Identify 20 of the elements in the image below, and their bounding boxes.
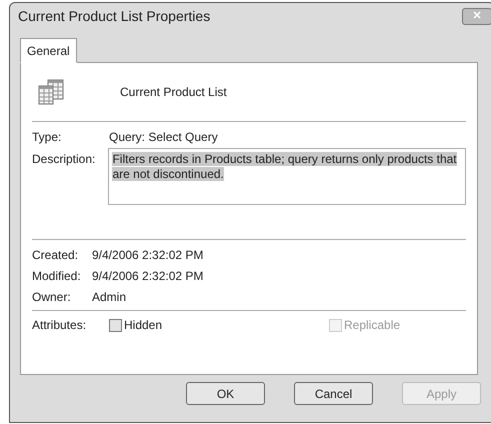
object-name: Current Product List: [120, 84, 227, 101]
description-field[interactable]: Filters records in Products table; query returns only products that are not discontinued.: [108, 148, 466, 205]
checkbox-label: Hidden: [124, 317, 162, 334]
checkbox[interactable]: [109, 318, 122, 332]
field-label: Modified:: [32, 268, 82, 284]
type-label: Type:: [32, 129, 62, 146]
type-value: Query: Select Query: [109, 129, 218, 146]
attributes-label: Attributes:: [32, 317, 88, 334]
description-label: Description:: [32, 151, 96, 168]
checkbox-label: Replicable: [344, 317, 400, 334]
field-label: Created:: [32, 246, 80, 264]
query-table-icon: [38, 79, 64, 105]
field-value: 9/4/2006 2:32:02 PM: [92, 268, 204, 284]
window-title: Current Product List Properties: [18, 6, 210, 26]
field-value: 9/4/2006 2:32:02 PM: [92, 246, 204, 264]
dialog-button[interactable]: Cancel: [294, 382, 373, 405]
tab[interactable]: General: [20, 38, 77, 63]
field-value: Admin: [92, 288, 126, 306]
field-label: Owner:: [32, 288, 72, 306]
dialog-button[interactable]: OK: [186, 382, 265, 405]
